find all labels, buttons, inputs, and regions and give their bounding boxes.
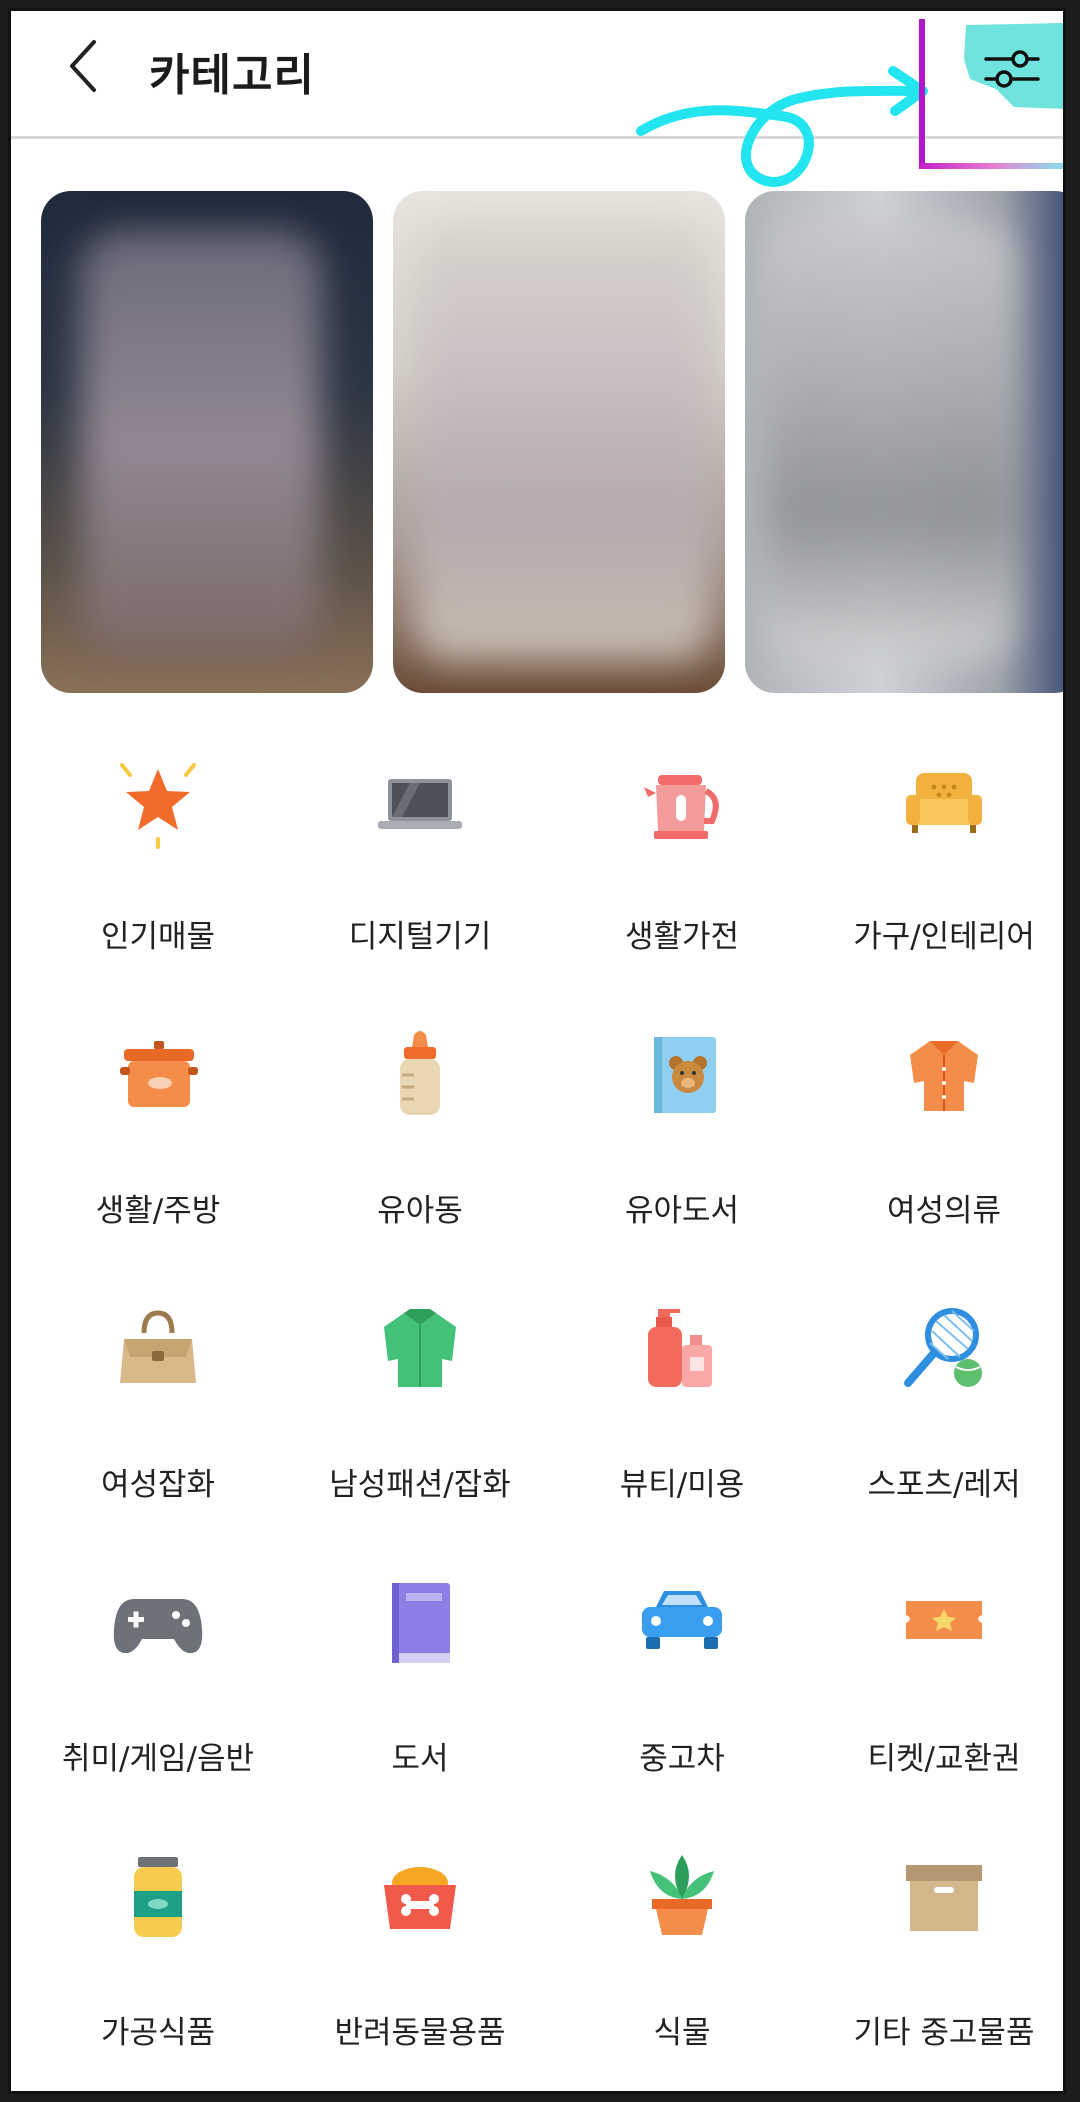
blurred-image — [413, 221, 713, 661]
filter-button[interactable] — [956, 19, 1063, 119]
category-etc[interactable]: 기타 중고물품 — [813, 1827, 1063, 2091]
blurred-image — [765, 221, 1015, 661]
category-beauty[interactable]: 뷰티/미용 — [551, 1279, 813, 1553]
category-hobby[interactable]: 취미/게임/음반 — [27, 1553, 289, 1827]
category-label: 여성의류 — [886, 1193, 1002, 1229]
blurred-image — [81, 231, 321, 651]
category-label: 스포츠/레저 — [867, 1467, 1021, 1503]
chevron-left-icon — [70, 40, 96, 92]
category-label: 유아동 — [377, 1193, 463, 1229]
category-popular[interactable]: 인기매물 — [27, 731, 289, 1005]
plant-icon — [650, 1855, 714, 1935]
category-label: 인기매물 — [100, 919, 216, 955]
category-label: 반려동물용품 — [334, 2015, 506, 2051]
box-icon — [906, 1865, 982, 1931]
shirt-icon — [384, 1309, 456, 1387]
tennis-icon — [904, 1308, 982, 1387]
category-digital[interactable]: 디지털기기 — [289, 731, 551, 1005]
car-icon — [642, 1591, 722, 1649]
jar-icon — [134, 1857, 182, 1937]
category-label: 생활가전 — [624, 919, 740, 955]
star-icon — [120, 763, 196, 849]
category-label: 중고차 — [639, 1741, 725, 1777]
handbag-icon — [120, 1310, 196, 1383]
category-label: 취미/게임/음반 — [61, 1741, 254, 1777]
category-label: 식물 — [653, 2015, 711, 2051]
category-label: 도서 — [391, 1741, 449, 1777]
category-label: 기타 중고물품 — [853, 2015, 1035, 2051]
sliders-icon — [984, 50, 1040, 88]
banner-card[interactable] — [745, 191, 1063, 693]
banner-card[interactable] — [41, 191, 373, 693]
category-home-appliance[interactable]: 생활가전 — [551, 731, 813, 1005]
category-women-clothing[interactable]: 여성의류 — [813, 1005, 1063, 1279]
page-title: 카테고리 — [149, 50, 315, 101]
category-men-fashion[interactable]: 남성패션/잡화 — [289, 1279, 551, 1553]
annotation-scribble — [636, 66, 928, 187]
category-pet-supplies[interactable]: 반려동물용품 — [289, 1827, 551, 2091]
category-books[interactable]: 도서 — [289, 1553, 551, 1827]
book-icon — [392, 1583, 450, 1663]
category-label: 여성잡화 — [100, 1467, 216, 1503]
pot-icon — [120, 1041, 198, 1107]
banner-card[interactable] — [393, 191, 725, 693]
category-kids-books[interactable]: 유아도서 — [551, 1005, 813, 1279]
category-tickets[interactable]: 티켓/교환권 — [813, 1553, 1063, 1827]
category-used-car[interactable]: 중고차 — [551, 1553, 813, 1827]
category-label: 생활/주방 — [95, 1193, 221, 1229]
ticket-icon — [906, 1601, 982, 1639]
category-plants[interactable]: 식물 — [551, 1827, 813, 2091]
category-label: 유아도서 — [624, 1193, 740, 1229]
top-app-bar: 카테고리 — [11, 11, 1063, 187]
blouse-icon — [910, 1041, 978, 1111]
category-processed-food[interactable]: 가공식품 — [27, 1827, 289, 2091]
category-label: 디지털기기 — [348, 919, 492, 955]
bear-book-icon — [654, 1037, 716, 1113]
laptop-icon — [378, 779, 462, 829]
category-kitchen[interactable]: 생활/주방 — [27, 1005, 289, 1279]
gamepad-icon — [113, 1599, 203, 1654]
sofa-icon — [906, 773, 982, 833]
category-screen: 카테고리 인기매물 디지털기기 생활가전 가구/인테리어 생활/주방 유아동 유… — [8, 8, 1066, 2094]
pet-bowl-icon — [384, 1867, 456, 1929]
category-sports[interactable]: 스포츠/레저 — [813, 1279, 1063, 1553]
category-label: 뷰티/미용 — [619, 1467, 745, 1503]
category-furniture[interactable]: 가구/인테리어 — [813, 731, 1063, 1005]
category-label: 티켓/교환권 — [867, 1741, 1021, 1777]
category-women-accessories[interactable]: 여성잡화 — [27, 1279, 289, 1553]
category-label: 가구/인테리어 — [853, 919, 1035, 955]
banner-carousel[interactable] — [41, 191, 1063, 701]
category-kids[interactable]: 유아동 — [289, 1005, 551, 1279]
category-label: 남성패션/잡화 — [329, 1467, 511, 1503]
kettle-icon — [644, 775, 719, 839]
back-button[interactable] — [49, 31, 119, 101]
baby-bottle-icon — [400, 1031, 440, 1115]
category-label: 가공식품 — [100, 2015, 216, 2051]
cosmetics-icon — [648, 1309, 712, 1387]
